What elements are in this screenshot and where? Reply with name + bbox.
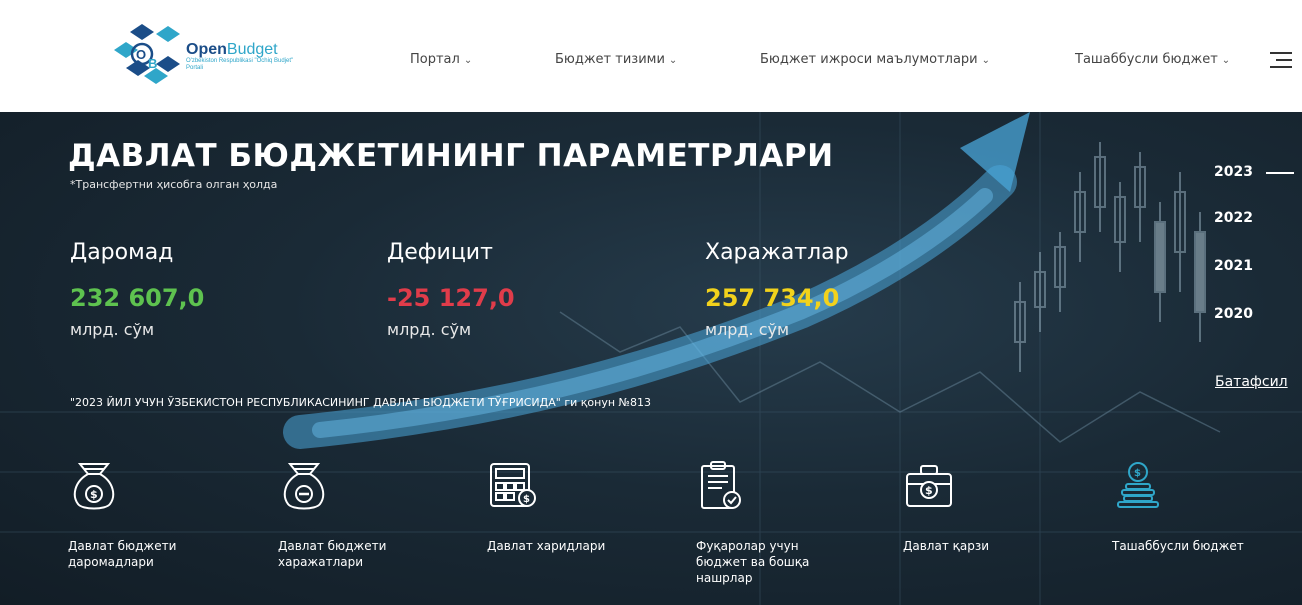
site-header: O B OpenBudget O'zbekiston Respublikasi … [0,0,1302,112]
nav-budget-system-label: Бюджет тизими [555,52,665,67]
chevron-down-icon: ⌄ [1221,55,1231,66]
logo-brand-light: Budget [226,41,278,58]
card-public-procurement[interactable]: $ Давлат харидлари [487,460,637,554]
svg-text:$: $ [1134,468,1141,479]
year-2021[interactable]: 2021 [1214,258,1253,274]
hamburger-menu-icon[interactable] [1268,50,1292,70]
deficit-unit: млрд. сўм [387,320,472,339]
svg-text:$: $ [523,494,530,505]
deficit-label: Дефицит [387,240,493,265]
expenses-unit: млрд. сўм [705,320,790,339]
card-label: Фуқаролар учун бюджет ва бошқа нашрлар [696,539,810,585]
more-details-link[interactable]: Батафсил [1215,374,1288,390]
card-state-debt[interactable]: $ Давлат қарзи [903,460,1053,554]
deficit-value: -25 127,0 [387,284,515,312]
income-label: Даромад [70,240,174,265]
logo-brand-bold: Open [186,41,227,58]
money-bag-minus-icon [283,463,325,510]
coin-stack-icon: $ [1117,462,1159,508]
nav-budget-execution[interactable]: Бюджет ижроси маълумотлари ⌄ [760,52,990,67]
clipboard-check-icon [701,461,741,509]
year-2022[interactable]: 2022 [1214,210,1253,226]
card-label: Давлат бюджети харажатлари [278,539,387,569]
selected-year-indicator [1266,172,1294,174]
calculator-icon: $ [490,463,536,507]
chevron-down-icon: ⌄ [668,55,678,66]
card-label: Ташаббусли бюджет [1112,539,1244,553]
card-budget-expenses[interactable]: Давлат бюджети харажатлари [278,460,428,570]
law-reference: "2023 ЙИЛ УЧУН ЎЗБЕКИСТОН РЕСПУБЛИКАСИНИ… [70,396,651,409]
card-label: Давлат харидлари [487,539,606,553]
svg-text:$: $ [90,488,98,501]
transfer-note: *Трансфертни ҳисобга олган ҳолда [70,178,278,191]
expenses-value: 257 734,0 [705,284,840,312]
page-title: ДАВЛАТ БЮДЖЕТИНИНГ ПАРАМЕТРЛАРИ [68,138,834,174]
chevron-down-icon: ⌄ [463,55,473,66]
year-2020[interactable]: 2020 [1214,306,1253,322]
budget-hero: ДАВЛАТ БЮДЖЕТИНИНГ ПАРАМЕТРЛАРИ *Трансфе… [0,112,1302,605]
expenses-label: Харажатлар [705,240,849,265]
nav-budget-system[interactable]: Бюджет тизими ⌄ [555,52,677,67]
income-value: 232 607,0 [70,284,205,312]
year-2023[interactable]: 2023 [1214,164,1253,180]
logo-mark-icon: O B [114,24,180,84]
money-bag-plus-icon: $ [73,463,115,510]
card-initiative-budget[interactable]: $ Ташаббусли бюджет [1112,460,1262,554]
briefcase-dollar-icon: $ [906,465,952,507]
nav-initiative-budget[interactable]: Ташаббусли бюджет ⌄ [1075,52,1230,67]
openbudget-logo[interactable]: O B OpenBudget O'zbekiston Respublikasi … [112,24,293,86]
nav-portal[interactable]: Портал ⌄ [410,52,472,67]
nav-initiative-budget-label: Ташаббусли бюджет [1075,52,1218,67]
svg-text:B: B [148,56,157,71]
nav-budget-execution-label: Бюджет ижроси маълумотлари [760,52,978,67]
card-label: Давлат қарзи [903,539,990,553]
chevron-down-icon: ⌄ [981,55,991,66]
card-budget-income[interactable]: $ Давлат бюджети даромадлари [68,460,218,570]
svg-text:$: $ [925,484,933,497]
logo-tagline: O'zbekiston Respublikasi "Ochiq Budjet" … [186,58,294,71]
svg-text:O: O [136,47,146,62]
card-label: Давлат бюджети даромадлари [68,539,177,569]
card-citizens-budget[interactable]: Фуқаролар учун бюджет ва бошқа нашрлар [696,460,846,586]
nav-portal-label: Портал [410,52,460,67]
income-unit: млрд. сўм [70,320,155,339]
